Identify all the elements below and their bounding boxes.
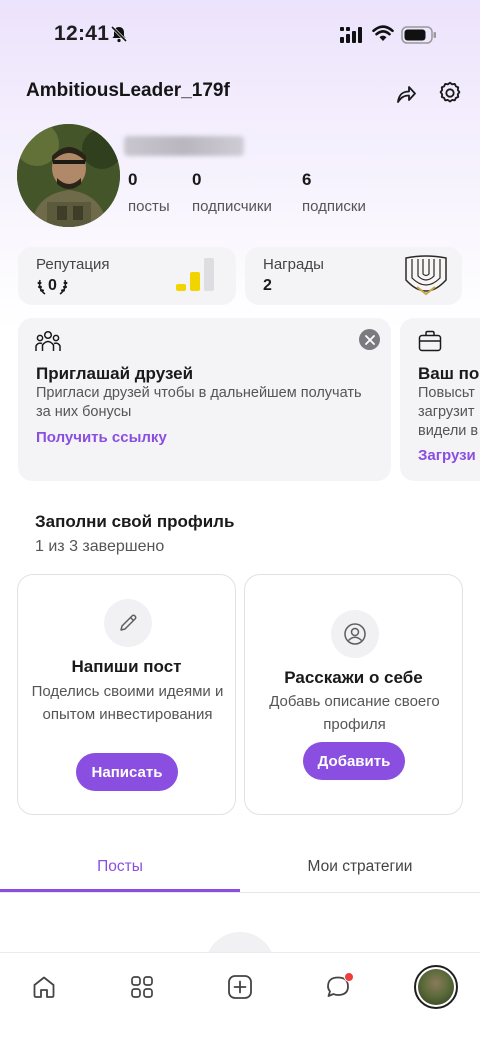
user-icon: [331, 610, 379, 658]
invite-friends-card[interactable]: Приглашай друзей Пригласи друзей чтобы в…: [18, 318, 391, 481]
signal-icon: [340, 27, 364, 48]
close-card-button[interactable]: [359, 329, 380, 350]
reputation-title: Репутация: [36, 256, 110, 273]
nav-chats[interactable]: [314, 963, 362, 1011]
task-title: Расскажи о себе: [284, 668, 423, 687]
nav-showcase[interactable]: [118, 963, 166, 1011]
upload-card[interactable]: Ваш по Повысьт загрузит видели в Загрузи: [400, 318, 480, 481]
status-time: 12:41: [54, 22, 110, 45]
get-link-button[interactable]: Получить ссылку: [36, 429, 167, 446]
add-description-button[interactable]: Добавить: [303, 742, 405, 780]
stat-followers[interactable]: 0 подписчики: [192, 170, 272, 215]
fill-profile-title: Заполни свой профиль: [35, 512, 235, 531]
gear-icon: [439, 81, 461, 103]
promo-description: Повысьт загрузит видели в: [418, 385, 479, 439]
tabs-divider: [0, 892, 480, 893]
bell-off-icon: [110, 25, 128, 48]
awards-title: Награды: [263, 256, 324, 273]
write-post-button[interactable]: Написать: [76, 753, 178, 791]
display-name-hidden: [124, 136, 244, 156]
stat-following[interactable]: 6 подписки: [302, 170, 366, 215]
award-badge-icon: [405, 255, 447, 296]
laurel-right-icon: [59, 279, 68, 295]
add-icon: [228, 975, 252, 999]
nav-profile[interactable]: [412, 963, 460, 1011]
battery-icon: [401, 26, 437, 49]
stat-value: 0: [128, 170, 138, 189]
profile-avatar-small: [414, 965, 458, 1009]
promo-title: Ваш по: [418, 364, 480, 383]
pencil-icon: [104, 599, 152, 647]
reputation-number: 0: [48, 277, 57, 294]
stat-value: 0: [192, 170, 202, 189]
promo-title: Приглашай друзей: [36, 364, 194, 383]
share-button[interactable]: [390, 78, 422, 110]
awards-card[interactable]: Награды 2: [245, 247, 462, 305]
stat-posts[interactable]: 0 посты: [128, 170, 170, 215]
upload-link-button[interactable]: Загрузи: [418, 447, 476, 464]
tab-posts[interactable]: Посты: [0, 858, 240, 892]
task-description: Поделись своими идеями и опытом инвестир…: [31, 683, 224, 723]
fill-profile-progress: 1 из 3 завершено: [35, 538, 165, 555]
stat-label: подписки: [302, 198, 366, 215]
status-bar: 12:41: [0, 0, 480, 70]
briefcase-icon: [418, 330, 442, 352]
write-post-card[interactable]: Напиши пост Поделись своими идеями и опы…: [17, 574, 236, 815]
tab-my-strategies[interactable]: Мои стратегии: [240, 858, 480, 892]
wifi-icon: [372, 25, 394, 48]
nav-create[interactable]: [216, 963, 264, 1011]
people-icon: [35, 330, 61, 351]
share-icon: [397, 86, 416, 103]
task-description: Добавь описание своего профиля: [269, 693, 440, 733]
promo-description: Пригласи друзей чтобы в дальнейшем получ…: [36, 385, 362, 420]
avatar-photo: [17, 124, 120, 227]
home-icon: [33, 976, 55, 998]
awards-value: 2: [263, 277, 272, 294]
nav-home[interactable]: [20, 963, 68, 1011]
stat-value: 6: [302, 170, 312, 189]
stat-label: подписчики: [192, 198, 272, 215]
avatar-photo-small: [418, 969, 454, 1005]
grid-icon: [131, 976, 153, 998]
close-icon: [364, 334, 375, 345]
reputation-level-bars: [176, 258, 214, 291]
task-title: Напиши пост: [71, 657, 182, 676]
reputation-value: 0: [36, 277, 69, 295]
stat-label: посты: [128, 198, 170, 215]
settings-button[interactable]: [434, 77, 466, 109]
about-me-card[interactable]: Расскажи о себе Добавь описание своего п…: [244, 574, 463, 815]
reputation-card[interactable]: Репутация 0: [18, 247, 236, 305]
profile-username: AmbitiousLeader_179f: [26, 80, 230, 101]
bottom-navigation: [0, 952, 480, 1043]
notification-badge: [344, 972, 354, 982]
profile-avatar[interactable]: [17, 124, 120, 227]
laurel-left-icon: [37, 279, 46, 295]
